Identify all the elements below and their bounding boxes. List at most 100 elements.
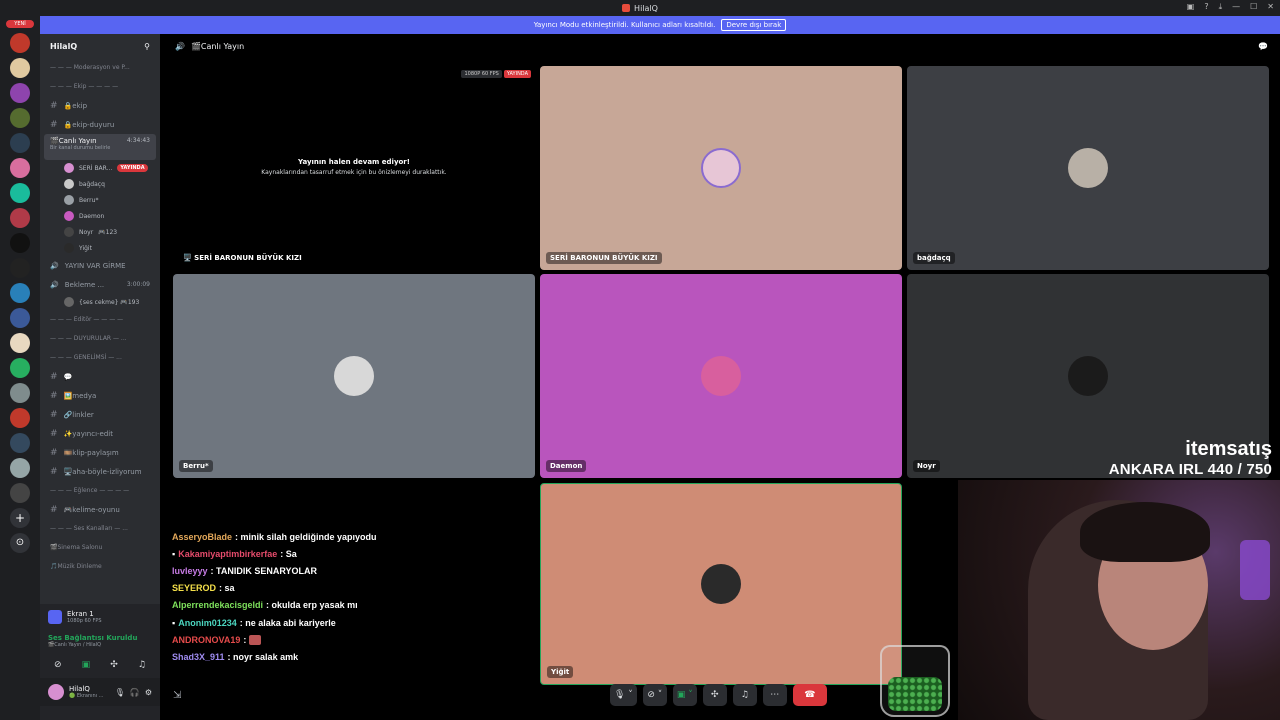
- voice-member[interactable]: Noyr 🎮123: [40, 224, 160, 240]
- category-duyurular[interactable]: — — — DUYURULAR — ...: [40, 329, 160, 348]
- channel-ekip-duyuru[interactable]: # 🔒ekip-duyuru: [40, 115, 160, 134]
- server-icon[interactable]: [10, 358, 30, 378]
- server-icon[interactable]: [10, 58, 30, 78]
- screen-share-icon[interactable]: ▣: [82, 660, 91, 670]
- server-icon[interactable]: [10, 108, 30, 128]
- close-button[interactable]: ✕: [1267, 2, 1274, 12]
- activities-button[interactable]: ✣: [702, 684, 727, 706]
- voice-member[interactable]: Daemon: [40, 208, 160, 224]
- camera-off-icon[interactable]: ⊘: [54, 660, 62, 670]
- server-icon[interactable]: [10, 333, 30, 353]
- invite-icon[interactable]: ⚲: [144, 42, 150, 51]
- camera-button[interactable]: ⊘ ˅: [642, 684, 667, 706]
- add-server-icon[interactable]: +: [10, 508, 30, 528]
- server-icon[interactable]: [10, 283, 30, 303]
- badge-icon: ▪: [172, 617, 176, 628]
- channel-linkler[interactable]: # 🔗linkler: [40, 405, 160, 424]
- server-header[interactable]: HilalQ ⚲: [40, 34, 160, 58]
- channel-kelime-oyunu[interactable]: # 🎮kelime-oyunu: [40, 500, 160, 519]
- server-icon[interactable]: [10, 208, 30, 228]
- participant-tile[interactable]: bağdaçq: [907, 66, 1269, 270]
- server-icon[interactable]: [10, 158, 30, 178]
- voice-member[interactable]: Yiğit: [40, 240, 160, 256]
- channel-ekip[interactable]: # 🔒ekip: [40, 96, 160, 115]
- stream-tile[interactable]: 1080P 60 FPS YAYINDA Yayının halen devam…: [173, 66, 535, 270]
- avatar: [64, 195, 74, 205]
- channel-bekleme[interactable]: 🔊 Bekleme ... 3:00:09: [40, 275, 160, 294]
- voice-connection[interactable]: Ses Bağlantısı Kuruldu 🎬Canlı Yayın / Hi…: [40, 630, 160, 652]
- avatar: [701, 148, 741, 188]
- channel-canli-yayin[interactable]: 🎬Canlı Yayın 4:34:43 Bir kanal durumu bel…: [44, 134, 156, 160]
- help-icon[interactable]: ?: [1204, 2, 1208, 12]
- minimize-button[interactable]: —: [1232, 2, 1240, 12]
- category-muzik[interactable]: 🎵Müzik Dinleme: [40, 557, 160, 576]
- maximize-button[interactable]: ☐: [1250, 2, 1257, 12]
- category-ekip[interactable]: — — — Ekip — — — —: [40, 77, 160, 96]
- screen-share-status[interactable]: Ekran 1 1080p 60 FPS: [40, 604, 160, 630]
- download-icon[interactable]: ⤓: [1219, 2, 1223, 12]
- voice-member[interactable]: bağdaçq: [40, 176, 160, 192]
- server-icon[interactable]: [10, 483, 30, 503]
- headphone-icon[interactable]: 🎧: [130, 688, 140, 697]
- channel-chat[interactable]: # 💬: [40, 367, 160, 386]
- category-genelimsi[interactable]: — — — GENELİMSİ — ...: [40, 348, 160, 367]
- emote-icon: [249, 634, 262, 645]
- server-icon[interactable]: [10, 258, 30, 278]
- discover-icon[interactable]: ⊙: [10, 533, 30, 553]
- popout-icon[interactable]: ⇲: [173, 690, 181, 701]
- server-icon[interactable]: [10, 133, 30, 153]
- screen-share-button[interactable]: ▣ ˅: [672, 684, 697, 706]
- participant-tile[interactable]: Daemon: [540, 274, 902, 478]
- new-badge: YENİ: [6, 20, 34, 28]
- chat-line: ANDRONOVA19:: [172, 631, 532, 648]
- connection-channel: 🎬Canlı Yayın / HilalQ: [48, 642, 102, 648]
- server-icon[interactable]: [10, 183, 30, 203]
- server-list: YENİ + ⊙: [0, 16, 40, 720]
- participant-name: Berru*: [179, 460, 213, 472]
- chat-bubble-icon[interactable]: 💬: [1258, 42, 1268, 51]
- soundboard-icon[interactable]: ♫: [138, 660, 146, 670]
- channel-aha-boyle[interactable]: # 🖥️aha-böyle-izliyorum: [40, 462, 160, 481]
- participant-name: Yiğit: [547, 666, 574, 678]
- user-panel[interactable]: HilalQ 🟢 Ekranını ... 🎙 🎧 ⚙: [40, 678, 160, 706]
- avatar: [64, 179, 74, 189]
- chat-line: SEYEROD: sa: [172, 583, 235, 594]
- server-icon[interactable]: [10, 383, 30, 403]
- channel-yayin-var[interactable]: 🔊 YAYIN VAR GİRME: [40, 256, 160, 275]
- soundboard-button[interactable]: ♫: [732, 684, 757, 706]
- disconnect-button[interactable]: ☎: [792, 684, 827, 706]
- category-eglence[interactable]: — — — Eğlence — — — —: [40, 481, 160, 500]
- voice-member[interactable]: SERİ BAR... YAYINDA: [40, 160, 160, 176]
- voice-panel: Ekran 1 1080p 60 FPS Ses Bağlantısı Kurul…: [40, 604, 160, 720]
- settings-icon[interactable]: ⚙: [145, 688, 152, 697]
- voice-member[interactable]: {ses cekme} 🎮193: [40, 294, 160, 310]
- inbox-icon[interactable]: ▣: [1187, 2, 1195, 12]
- chat-line: luvleyyy: TANIDIK SENARYOLAR: [172, 565, 318, 576]
- microphone-button[interactable]: 🎙 ˅: [610, 684, 637, 706]
- server-icon[interactable]: [10, 233, 30, 253]
- category-moderation[interactable]: — — — Moderasyon ve P...: [40, 58, 160, 77]
- channel-medya[interactable]: # 🖼️medya: [40, 386, 160, 405]
- server-icon[interactable]: [10, 458, 30, 478]
- category-sinema[interactable]: 🎬Sinema Salonu: [40, 538, 160, 557]
- server-icon[interactable]: [10, 308, 30, 328]
- server-icon[interactable]: [10, 408, 30, 428]
- server-icon[interactable]: [10, 83, 30, 103]
- voice-member[interactable]: Berru*: [40, 192, 160, 208]
- disable-streamer-mode-button[interactable]: Devre dışı bırak: [721, 19, 787, 31]
- participant-tile[interactable]: Berru*: [173, 274, 535, 478]
- server-icon[interactable]: [10, 33, 30, 53]
- channel-klip-paylasim[interactable]: # 🎞️klip-paylaşım: [40, 443, 160, 462]
- category-ses-kanallari[interactable]: — — — Ses Kanalları — ...: [40, 519, 160, 538]
- more-button[interactable]: ⋯: [762, 684, 787, 706]
- activities-icon[interactable]: ✣: [110, 660, 118, 670]
- category-editor[interactable]: — — — Editör — — — —: [40, 310, 160, 329]
- participant-tile[interactable]: Yiğit: [540, 483, 902, 685]
- channel-yayinci-edit[interactable]: # ✨yayıncı-edit: [40, 424, 160, 443]
- server-icon[interactable]: [10, 433, 30, 453]
- quality-badge: 1080P 60 FPS: [461, 70, 502, 78]
- channel-status[interactable]: Bir kanal durumu belirle: [50, 145, 150, 151]
- chat-line: Shad3X_911: noyr salak amk: [172, 651, 299, 662]
- microphone-icon[interactable]: 🎙: [115, 688, 125, 697]
- participant-tile[interactable]: SERİ BARONUN BÜYÜK KIZI: [540, 66, 902, 270]
